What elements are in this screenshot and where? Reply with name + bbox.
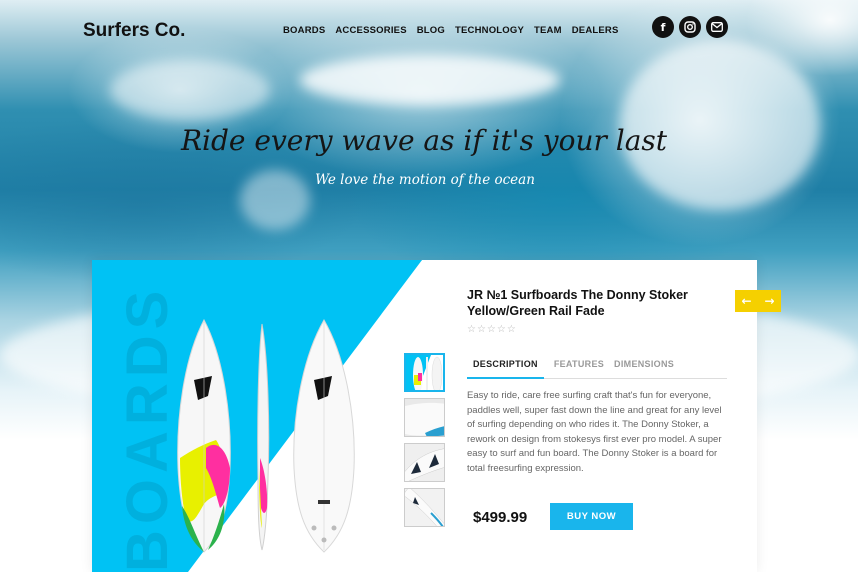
product-title: JR №1 Surfboards The Donny Stoker Yellow… (467, 288, 688, 318)
thumbnail-boards-image (406, 355, 443, 390)
instagram-glyph (684, 21, 696, 33)
thumbnail-list (404, 353, 445, 527)
rating-stars[interactable]: ☆☆☆☆☆ (467, 324, 517, 335)
product-price: $499.99 (473, 509, 528, 526)
board-side (257, 323, 270, 551)
site-logo[interactable]: Surfers Co. (83, 20, 185, 42)
product-description: Easy to ride, care free surfing craft th… (467, 390, 722, 474)
arrow-right-icon[interactable]: → (764, 294, 774, 308)
hero-subtagline: We love the motion of the ocean (315, 172, 535, 188)
thumbnail-tail-1[interactable] (404, 398, 445, 437)
product-card: BOARDS JR №1 Surfboards The Donny Stoker… (92, 260, 757, 572)
instagram-icon[interactable] (679, 16, 701, 38)
wave-foam (300, 55, 560, 105)
nav-dealers[interactable]: DEALERS (572, 25, 619, 36)
nav-boards[interactable]: BOARDS (283, 25, 325, 36)
carousel-arrows: ← → (735, 290, 781, 312)
product-image (177, 318, 355, 553)
wave-foam (110, 60, 270, 120)
mail-glyph (711, 22, 723, 32)
board-back (293, 319, 355, 553)
mail-icon[interactable] (706, 16, 728, 38)
nav-technology[interactable]: TECHNOLOGY (455, 25, 524, 36)
tab-dimensions[interactable]: DIMENSIONS (614, 353, 674, 379)
tab-description[interactable]: DESCRIPTION (467, 353, 544, 379)
buy-now-button[interactable]: BUY NOW (550, 503, 633, 530)
thumbnail-rail-image (405, 489, 444, 526)
board-front (177, 318, 231, 553)
category-watermark: BOARDS (115, 284, 180, 572)
nav-team[interactable]: TEAM (534, 25, 562, 36)
thumbnail-fins-image (405, 444, 444, 481)
thumbnail-front[interactable] (404, 353, 445, 392)
social-links: f (652, 16, 728, 38)
arrow-left-icon[interactable]: ← (741, 294, 751, 308)
main-nav: BOARDS ACCESSORIES BLOG TECHNOLOGY TEAM … (283, 25, 619, 36)
nav-blog[interactable]: BLOG (417, 25, 445, 36)
product-tabs: DESCRIPTION FEATURES DIMENSIONS (467, 353, 727, 379)
facebook-icon[interactable]: f (652, 16, 674, 38)
nav-accessories[interactable]: ACCESSORIES (335, 25, 406, 36)
thumbnail-tail-image (405, 399, 444, 436)
thumbnail-tail-2[interactable] (404, 443, 445, 482)
tab-features[interactable]: FEATURES (554, 353, 604, 379)
thumbnail-rail[interactable] (404, 488, 445, 527)
hero-tagline: Ride every wave as if it's your last (180, 124, 668, 157)
